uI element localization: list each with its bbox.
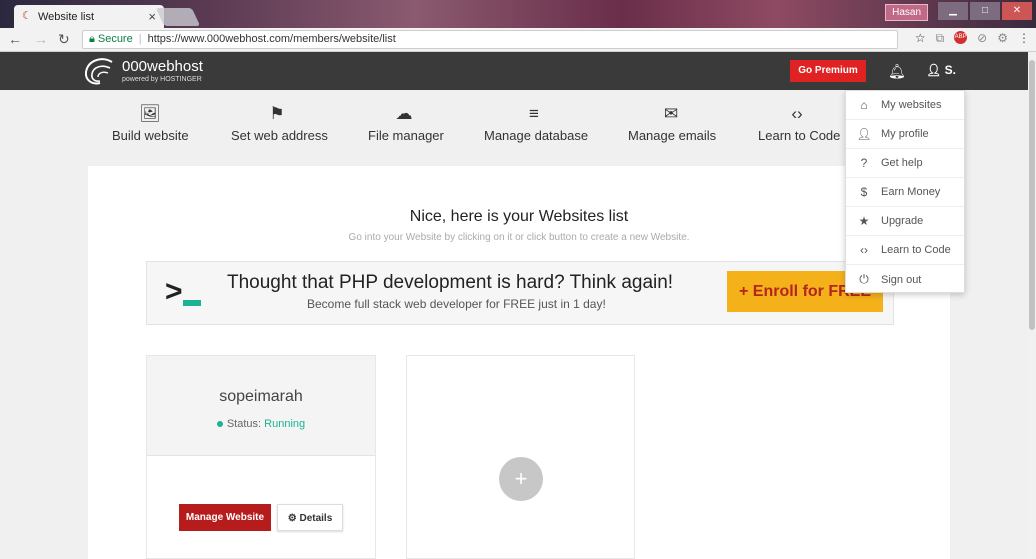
extension-icon[interactable]: ⊘ — [977, 31, 987, 46]
nav-manage-emails[interactable]: ✉ Manage emails — [628, 104, 717, 143]
lock-icon: 🔒︎ — [89, 33, 95, 45]
menu-item-upgrade[interactable]: ★ Upgrade — [846, 207, 964, 236]
database-icon: ≡ — [529, 104, 539, 123]
status-dot-icon — [216, 421, 223, 428]
terminal-prompt-icon: > — [165, 275, 183, 308]
menu-item-earn-money[interactable]: $ Earn Money — [846, 178, 964, 207]
nav-label: File manager — [368, 128, 444, 143]
nav-label: Manage emails — [628, 128, 717, 143]
back-icon[interactable]: ← — [8, 31, 22, 47]
address-bar[interactable]: 🔒︎ Secure | https://www.000webhost.com/memb… — [82, 30, 898, 49]
user-icon: 👤︎ — [856, 127, 872, 141]
bell-icon[interactable]: 🔔︎ — [888, 63, 906, 80]
power-icon: ⏻ — [859, 272, 869, 286]
gear-icon: ⚙ — [287, 513, 297, 524]
page-scrollbar[interactable] — [1028, 52, 1036, 559]
website-card[interactable]: sopeimarah Status: Running Manage Websit… — [146, 355, 376, 559]
minimize-icon[interactable]: ▁ — [938, 2, 968, 20]
question-icon: ? — [860, 156, 868, 170]
code-icon: ‹› — [791, 104, 803, 123]
menu-kebab-icon[interactable]: ⋮ — [1018, 31, 1030, 46]
maximize-icon[interactable]: □ — [970, 2, 1000, 20]
nav-learn-to-code[interactable]: ‹› Learn to Code — [758, 104, 840, 143]
menu-item-get-help[interactable]: ? Get help — [846, 149, 964, 178]
menu-item-label: Learn to Code — [881, 244, 951, 256]
code-icon: ‹› — [860, 243, 868, 257]
flag-icon: ⚑ — [269, 104, 285, 123]
menu-item-sign-out[interactable]: ⏻ Sign out — [846, 265, 964, 294]
page-subtitle: Go into your Website by clicking on it o… — [348, 232, 690, 243]
nav-manage-database[interactable]: ≡ Manage database — [484, 104, 588, 143]
star-icon: ★ — [858, 214, 870, 228]
secure-label: Secure — [97, 33, 133, 45]
envelope-icon: ✉ — [663, 104, 679, 123]
dollar-icon: $ — [860, 185, 868, 199]
window-controls: ▁ □ ✕ — [938, 2, 1032, 20]
logo-name: 000webhost — [122, 58, 203, 75]
banner-subtitle: Become full stack web developer for FREE… — [307, 297, 606, 311]
add-website-card[interactable]: + — [406, 355, 635, 559]
url-text: https://www.000webhost.com/members/websi… — [147, 33, 396, 45]
page-title: Nice, here is your Websites list — [409, 208, 629, 225]
forward-icon[interactable]: → — [34, 31, 48, 47]
cloud-upload-icon: ☁ — [395, 104, 413, 123]
nav-label: Manage database — [484, 128, 589, 143]
extension-icons: ☆ ⧉ ABP ⊘ ⚙ ⋮ — [915, 31, 1030, 46]
menu-item-label: Upgrade — [881, 215, 924, 227]
status-value: Running — [264, 418, 306, 430]
website-name: sopeimarah — [219, 388, 303, 405]
window-close-icon[interactable]: ✕ — [1002, 2, 1032, 20]
user-menu-button[interactable]: 👤︎ S. — [926, 63, 956, 77]
favicon-icon: ☾ — [22, 10, 32, 22]
nav-label: Learn to Code — [758, 128, 841, 143]
user-icon: 👤︎ — [926, 63, 942, 77]
add-website-button[interactable]: + — [499, 457, 543, 501]
image-icon: 🖼︎ — [139, 104, 161, 123]
website-status: Status: Running — [147, 418, 375, 430]
reload-icon[interactable]: ↻ — [58, 31, 70, 48]
extension-icon[interactable]: ⧉ — [936, 31, 945, 46]
main-panel: Nice, here is your Websites list Go into… — [88, 166, 950, 559]
details-label: Details — [299, 513, 333, 524]
window-user-badge[interactable]: Hasan — [885, 4, 928, 21]
menu-item-label: Earn Money — [881, 186, 941, 198]
address-separator: | — [138, 33, 142, 45]
scrollbar-thumb[interactable] — [1029, 60, 1035, 330]
home-icon: ⌂ — [860, 98, 868, 112]
status-label: Status: — [226, 418, 262, 430]
menu-item-label: Get help — [881, 157, 923, 169]
nav-file-manager[interactable]: ☁ File manager — [368, 104, 444, 143]
tab-close-icon[interactable]: × — [148, 9, 156, 24]
menu-item-label: Sign out — [881, 273, 922, 286]
website-card-header: sopeimarah Status: Running — [147, 356, 375, 456]
browser-toolbar: ← → ↻ 🔒︎ Secure | https://www.000webhost.co… — [0, 28, 1036, 52]
menu-item-label: My profile — [881, 128, 929, 140]
menu-item-my-websites[interactable]: ⌂ My websites — [846, 91, 964, 120]
menu-item-my-profile[interactable]: 👤︎ My profile — [846, 120, 964, 149]
new-tab-button[interactable] — [155, 8, 201, 26]
browser-title-bar: ☾ Website list × Hasan ▁ □ ✕ — [0, 0, 1036, 28]
nav-build-website[interactable]: 🖼︎ Build website — [112, 104, 189, 143]
banner-title: Thought that PHP development is hard? Th… — [227, 272, 674, 293]
site-header: 000webhost powered by HOSTINGER Go Premi… — [0, 52, 1028, 90]
adblock-icon[interactable]: ABP — [954, 31, 968, 44]
php-course-banner[interactable]: > Thought that PHP development is hard? … — [146, 261, 894, 325]
user-dropdown-menu: ⌂ My websites 👤︎ My profile ? Get help $ Ear… — [845, 90, 965, 293]
extension-icon[interactable]: ⚙ — [997, 31, 1008, 46]
terminal-cursor-icon — [183, 300, 201, 306]
nav-set-web-address[interactable]: ⚑ Set web address — [231, 104, 328, 143]
manage-website-button[interactable]: Manage Website — [179, 504, 271, 531]
browser-tab[interactable]: ☾ Website list × — [14, 5, 164, 28]
bookmark-star-icon[interactable]: ☆ — [915, 31, 926, 46]
nav-label: Build website — [112, 128, 189, 143]
menu-item-label: My websites — [881, 99, 942, 111]
user-initial: S. — [944, 63, 956, 77]
tab-title: Website list — [38, 10, 95, 23]
nav-label: Set web address — [231, 128, 328, 143]
details-button[interactable]: ⚙ Details — [277, 504, 343, 531]
logo-subtitle: powered by HOSTINGER — [122, 76, 202, 83]
logo-swirl-icon — [84, 58, 113, 85]
go-premium-button[interactable]: Go Premium — [790, 60, 866, 82]
menu-item-learn-to-code[interactable]: ‹› Learn to Code — [846, 236, 964, 265]
